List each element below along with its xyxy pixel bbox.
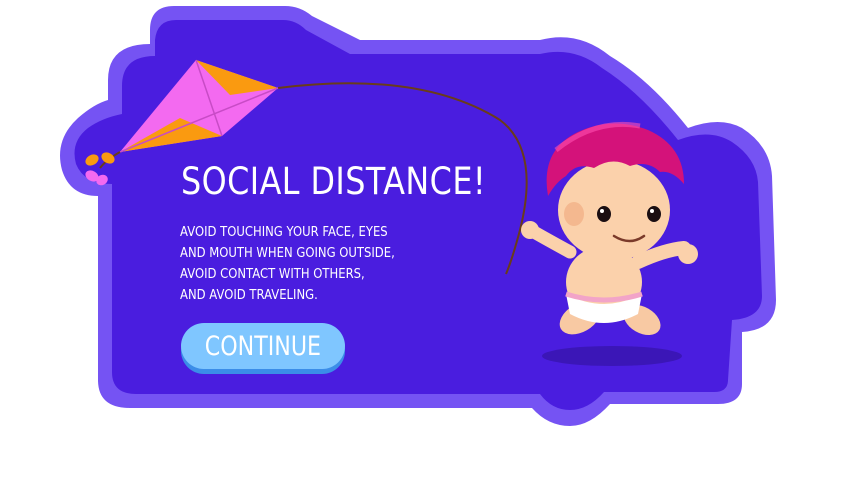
continue-button-label: CONTINUE <box>204 330 322 362</box>
message-line: AND AVOID TRAVELING. <box>180 287 318 303</box>
continue-button[interactable]: CONTINUE <box>181 323 345 369</box>
message-line: AVOID TOUCHING YOUR FACE, EYES <box>180 224 388 240</box>
dialog-message: AVOID TOUCHING YOUR FACE, EYES AND MOUTH… <box>180 222 438 306</box>
dialog-screen: SOCIAL DISTANCE! AVOID TOUCHING YOUR FAC… <box>0 0 853 480</box>
dialog-title: SOCIAL DISTANCE! <box>181 160 487 203</box>
message-line: AVOID CONTACT WITH OTHERS, <box>180 266 365 282</box>
message-line: AND MOUTH WHEN GOING OUTSIDE, <box>180 245 395 261</box>
